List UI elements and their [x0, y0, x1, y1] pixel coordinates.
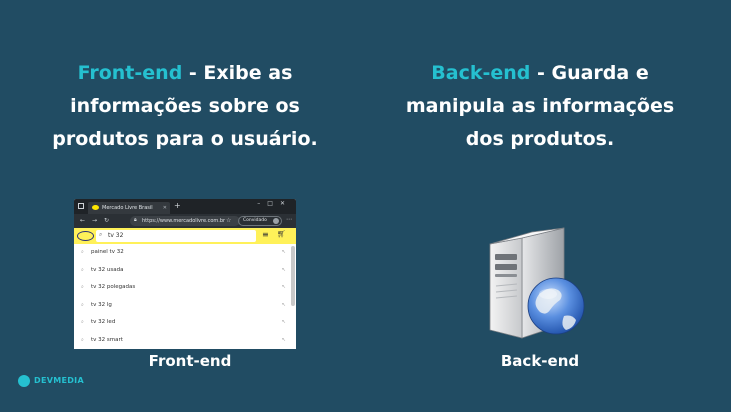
search-value: tv 32 — [108, 232, 124, 239]
suggestion-list: ⌕ painel tv 32 ↖ ⌕ tv 32 usada ↖ ⌕ tv 32 pole… — [74, 244, 296, 349]
search-icon: ⌕ — [81, 284, 84, 290]
server-icon — [489, 227, 585, 339]
suggestion-text: tv 32 lg — [91, 301, 112, 308]
arrow-up-left-icon[interactable]: ↖ — [282, 249, 286, 255]
profile-button[interactable]: Convidado — [238, 216, 282, 226]
address-bar[interactable]: https://www.mercadolivre.com.br — [130, 216, 240, 226]
arrow-up-left-icon[interactable]: ↖ — [282, 302, 286, 308]
back-end-heading: Back-end - Guarda e manipula as informaç… — [380, 57, 700, 156]
suggestion-text: tv 32 led — [91, 319, 116, 325]
address-bar-url: https://www.mercadolivre.com.br — [142, 218, 226, 224]
navigation-icons[interactable]: ←→↻ — [80, 217, 116, 224]
browser-tab-title: Mercado Livre Brasil — [102, 205, 153, 211]
back-end-accent: Back-end — [431, 62, 531, 84]
front-end-heading-line3: produtos para o usuário. — [52, 128, 318, 150]
window-icon — [78, 203, 84, 209]
front-end-heading-line2: informações sobre os — [70, 95, 300, 117]
search-icon: ⌕ — [81, 336, 84, 343]
browser-tab-bar: Mercado Livre Brasil ✕ + –□✕ — [74, 199, 296, 214]
search-icon: ⌕ — [81, 319, 84, 325]
search-input[interactable]: tv 32 — [96, 230, 256, 242]
front-end-heading-line1: - Exibe as — [182, 62, 293, 84]
back-end-heading-line2: manipula as informações — [405, 95, 675, 117]
suggestion-item[interactable]: ⌕ tv 32 led ↖ — [74, 314, 296, 332]
avatar-icon — [273, 218, 279, 224]
front-end-caption: Front-end — [148, 352, 232, 370]
front-end-accent: Front-end — [77, 62, 183, 84]
back-end-heading-line3: dos produtos. — [465, 128, 615, 150]
back-end-heading-line1: - Guarda e — [530, 62, 649, 84]
lock-icon: 🔒︎ — [134, 217, 137, 223]
browser-screenshot: Mercado Livre Brasil ✕ + –□✕ ←→↻ https:/… — [74, 199, 296, 349]
hamburger-menu-icon[interactable]: ≡ — [262, 230, 269, 239]
cart-icon[interactable]: 🛒︎ — [277, 230, 286, 238]
suggestion-text: tv 32 polegadas — [91, 284, 136, 290]
star-icon[interactable]: ☆ — [226, 217, 231, 224]
arrow-up-left-icon[interactable]: ↖ — [282, 319, 286, 325]
window-controls[interactable]: –□✕ — [257, 200, 292, 207]
suggestion-item[interactable]: ⌕ tv 32 lg ↖ — [74, 297, 296, 315]
search-icon: ⌕ — [81, 249, 84, 255]
suggestion-item[interactable]: ⌕ tv 32 smart ↖ — [74, 332, 296, 350]
browser-toolbar: ←→↻ https://www.mercadolivre.com.br 🔒︎ ☆… — [74, 214, 296, 228]
scrollbar[interactable] — [291, 246, 295, 306]
front-end-heading: Front-end - Exibe as informações sobre o… — [40, 57, 330, 156]
arrow-up-left-icon[interactable]: ↖ — [282, 267, 286, 273]
more-menu-icon[interactable]: ⋯ — [286, 216, 292, 223]
new-tab-icon[interactable]: + — [174, 201, 181, 210]
browser-tab[interactable]: Mercado Livre Brasil ✕ — [88, 202, 170, 214]
search-icon: ⌕ — [81, 266, 84, 273]
suggestion-item[interactable]: ⌕ tv 32 polegadas ↖ — [74, 279, 296, 297]
site-header: tv 32 ⌕ ≡ 🛒︎ — [74, 228, 296, 244]
devmedia-wordmark: DEVMEDIA — [34, 376, 84, 385]
arrow-up-left-icon[interactable]: ↖ — [282, 284, 286, 290]
mercado-livre-logo-icon[interactable] — [77, 231, 94, 241]
suggestion-item[interactable]: ⌕ tv 32 usada ↖ — [74, 262, 296, 280]
back-end-caption: Back-end — [500, 352, 580, 370]
mercado-livre-favicon-icon — [92, 205, 99, 210]
arrow-up-left-icon[interactable]: ↖ — [282, 337, 286, 343]
profile-label: Convidado — [243, 218, 267, 223]
devmedia-logo-icon — [18, 375, 30, 387]
suggestion-text: painel tv 32 — [91, 249, 124, 255]
suggestion-text: tv 32 usada — [91, 266, 124, 273]
search-icon: ⌕ — [99, 231, 103, 238]
suggestion-item[interactable]: ⌕ painel tv 32 ↖ — [74, 244, 296, 262]
suggestion-text: tv 32 smart — [91, 336, 123, 343]
close-tab-icon[interactable]: ✕ — [163, 202, 167, 214]
search-icon: ⌕ — [81, 301, 84, 308]
